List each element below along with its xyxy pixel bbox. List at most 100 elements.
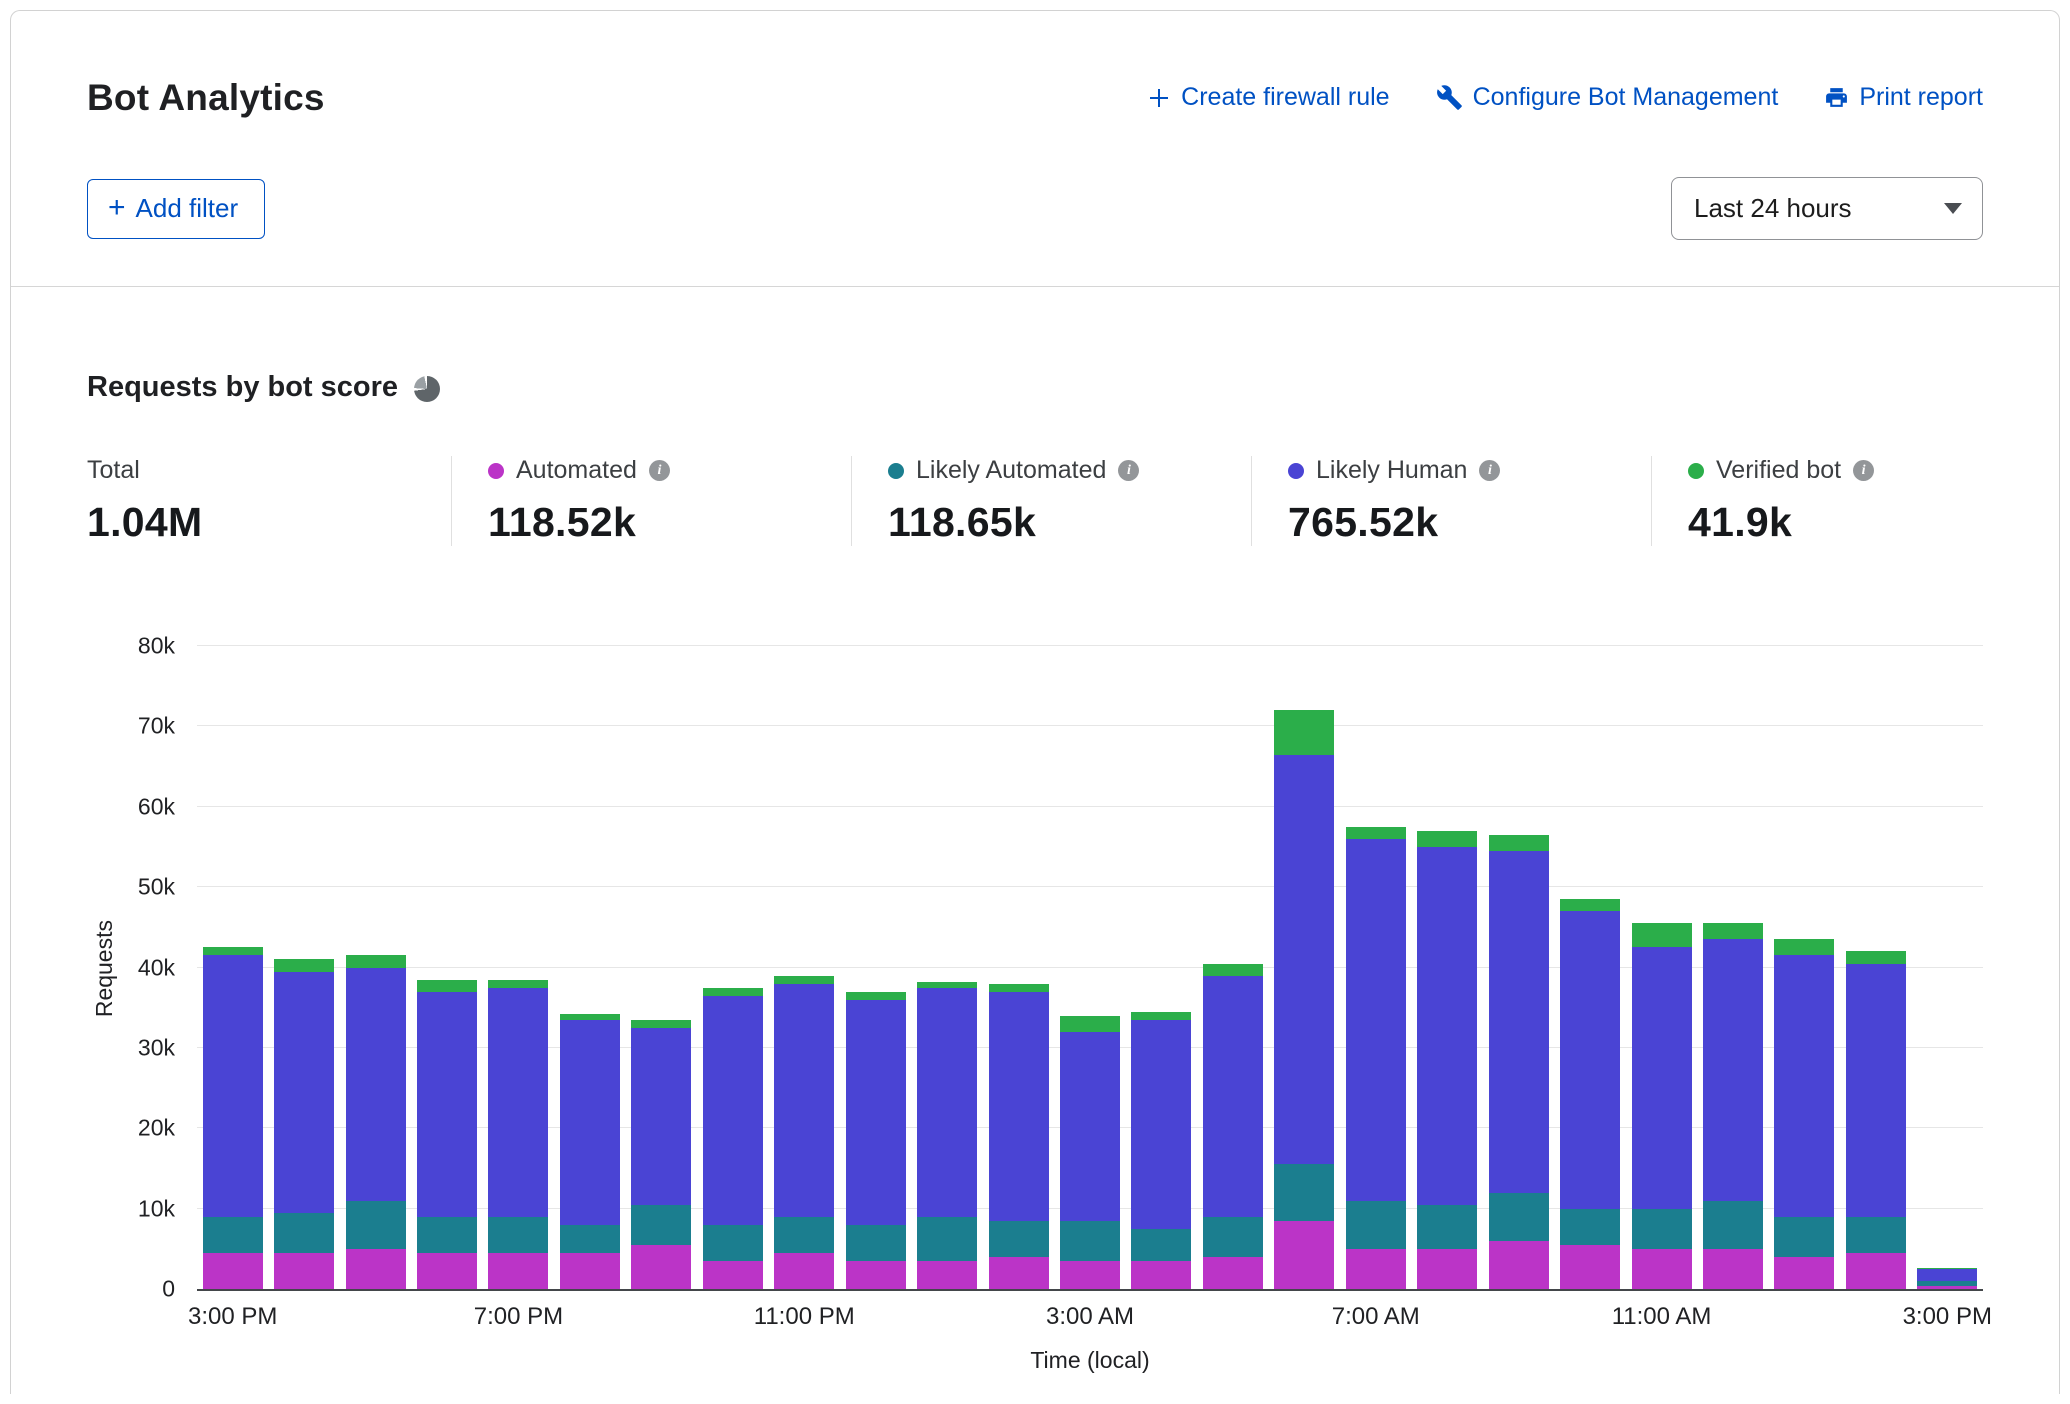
segment-verified-bot: [1774, 939, 1834, 955]
info-icon[interactable]: i: [1479, 460, 1500, 481]
stat-label: Automated: [516, 456, 637, 485]
segment-likely-automated: [1703, 1201, 1763, 1249]
segment-automated: [274, 1253, 334, 1289]
segment-automated: [1417, 1249, 1477, 1289]
stat-value: 118.52k: [488, 499, 821, 546]
time-range-select[interactable]: Last 24 hours: [1671, 177, 1983, 240]
configure-bot-management-link[interactable]: Configure Bot Management: [1436, 83, 1779, 112]
stat-label: Total: [87, 456, 140, 485]
bar-8-00-am-17[interactable]: [1417, 646, 1477, 1289]
segment-likely-human: [1917, 1269, 1977, 1281]
segment-verified-bot: [274, 959, 334, 971]
header-card: Bot Analytics Create firewall rule Confi…: [11, 11, 2059, 287]
bar-10-00-pm-7[interactable]: [703, 646, 763, 1289]
segment-likely-human: [1774, 955, 1834, 1216]
legend-dot-verified-bot: [1688, 463, 1704, 479]
bar-2-00-pm-23[interactable]: [1846, 646, 1906, 1289]
segment-likely-human: [1060, 1032, 1120, 1221]
add-filter-label: Add filter: [136, 193, 239, 224]
requests-chart: Requests 010k20k30k40k50k60k70k80k 3:00 …: [87, 646, 1983, 1374]
segment-automated: [1632, 1249, 1692, 1289]
bar-5-00-am-14[interactable]: [1203, 646, 1263, 1289]
bar-6-00-am-15[interactable]: [1274, 646, 1334, 1289]
bar-5-00-pm-2[interactable]: [346, 646, 406, 1289]
stat-value: 41.9k: [1688, 499, 1874, 546]
bar-3-00-am-12[interactable]: [1060, 646, 1120, 1289]
y-tick-label: 10k: [105, 1195, 175, 1222]
stat-automated: Automated i 118.52k: [451, 456, 851, 546]
print-report-link[interactable]: Print report: [1824, 83, 1983, 112]
segment-likely-human: [1489, 851, 1549, 1193]
legend-dot-likely-human: [1288, 463, 1304, 479]
bar-9-00-am-18[interactable]: [1489, 646, 1549, 1289]
segment-automated: [346, 1249, 406, 1289]
segment-automated: [1560, 1245, 1620, 1289]
bar-3-00-pm-0[interactable]: [203, 646, 263, 1289]
segment-likely-human: [846, 1000, 906, 1225]
segment-verified-bot: [703, 988, 763, 996]
bar-12-00-am-9[interactable]: [846, 646, 906, 1289]
bar-1-00-am-10[interactable]: [917, 646, 977, 1289]
pie-chart-icon: [414, 376, 440, 402]
segment-likely-automated: [1060, 1221, 1120, 1261]
segment-verified-bot: [1417, 831, 1477, 847]
segment-likely-automated: [774, 1217, 834, 1253]
segment-likely-automated: [1417, 1205, 1477, 1249]
create-firewall-rule-link[interactable]: Create firewall rule: [1147, 83, 1389, 112]
segment-likely-human: [631, 1028, 691, 1205]
bar-11-00-am-20[interactable]: [1632, 646, 1692, 1289]
segment-automated: [203, 1253, 263, 1289]
stat-likely-human: Likely Humani765.52k: [1251, 456, 1651, 546]
segment-likely-automated: [488, 1217, 548, 1253]
segment-likely-human: [346, 968, 406, 1201]
segment-likely-automated: [846, 1225, 906, 1261]
bar-4-00-pm-1[interactable]: [274, 646, 334, 1289]
bar-1-00-pm-22[interactable]: [1774, 646, 1834, 1289]
segment-likely-automated: [1489, 1193, 1549, 1241]
segment-likely-human: [1846, 964, 1906, 1217]
segment-automated: [1060, 1261, 1120, 1289]
segment-likely-automated: [1632, 1209, 1692, 1249]
segment-likely-human: [1346, 839, 1406, 1201]
segment-likely-automated: [631, 1205, 691, 1245]
segment-verified-bot: [1060, 1016, 1120, 1032]
x-tick-label: 7:00 PM: [474, 1303, 563, 1331]
segment-automated: [917, 1261, 977, 1289]
y-tick-label: 80k: [105, 633, 175, 660]
bar-3-00-pm-24[interactable]: [1917, 646, 1977, 1289]
segment-likely-automated: [989, 1221, 1049, 1257]
bar-4-00-am-13[interactable]: [1131, 646, 1191, 1289]
x-axis-title: Time (local): [197, 1347, 1983, 1374]
bar-9-00-pm-6[interactable]: [631, 646, 691, 1289]
segment-likely-automated: [703, 1225, 763, 1261]
segment-likely-human: [989, 992, 1049, 1221]
action-label: Configure Bot Management: [1473, 83, 1779, 112]
segment-likely-human: [703, 996, 763, 1225]
stat-total: Total1.04M: [87, 456, 451, 546]
plus-icon: +: [108, 197, 126, 219]
info-icon[interactable]: i: [1853, 460, 1874, 481]
segment-likely-human: [1417, 847, 1477, 1205]
segment-verified-bot: [1560, 899, 1620, 911]
bar-6-00-pm-3[interactable]: [417, 646, 477, 1289]
segment-verified-bot: [203, 947, 263, 955]
bar-12-00-pm-21[interactable]: [1703, 646, 1763, 1289]
bar-11-00-pm-8[interactable]: [774, 646, 834, 1289]
bar-10-00-am-19[interactable]: [1560, 646, 1620, 1289]
info-icon[interactable]: i: [1118, 460, 1139, 481]
add-filter-button[interactable]: + Add filter: [87, 179, 265, 239]
segment-verified-bot: [1346, 827, 1406, 839]
info-icon[interactable]: i: [649, 460, 670, 481]
wrench-icon: [1436, 84, 1463, 111]
bar-8-00-pm-5[interactable]: [560, 646, 620, 1289]
stat-label: Likely Human: [1316, 456, 1467, 485]
segment-likely-human: [1274, 755, 1334, 1165]
bar-7-00-pm-4[interactable]: [488, 646, 548, 1289]
bar-7-00-am-16[interactable]: [1346, 646, 1406, 1289]
bar-2-00-am-11[interactable]: [989, 646, 1049, 1289]
segment-likely-automated: [1846, 1217, 1906, 1253]
segment-automated: [703, 1261, 763, 1289]
segment-likely-automated: [917, 1217, 977, 1261]
segment-automated: [1203, 1257, 1263, 1289]
segment-likely-automated: [417, 1217, 477, 1253]
